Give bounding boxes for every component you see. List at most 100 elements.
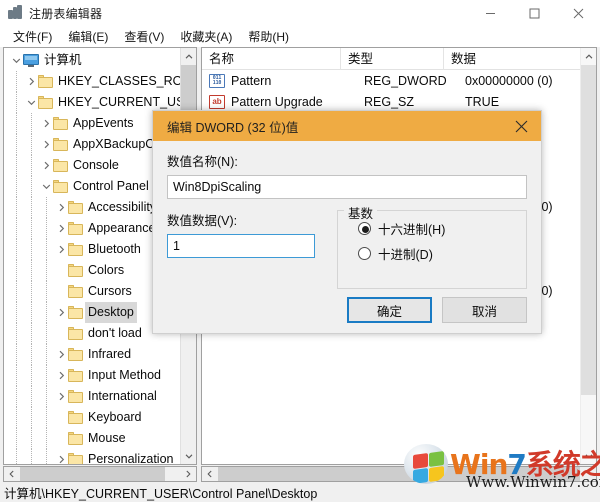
chevron-down-icon[interactable] bbox=[10, 50, 23, 71]
list-hscroll-left-icon[interactable] bbox=[202, 467, 218, 481]
list-scroll-thumb[interactable] bbox=[581, 65, 596, 395]
column-header-data[interactable]: 数据 bbox=[444, 48, 580, 70]
list-scroll-up-icon[interactable] bbox=[581, 48, 596, 65]
tree-item-label: Desktop bbox=[85, 302, 137, 323]
radio-decimal[interactable]: 十进制(D) bbox=[358, 241, 518, 266]
window-title: 注册表编辑器 bbox=[29, 6, 103, 21]
tree-item-label: Personalization bbox=[88, 452, 174, 465]
chevron-right-icon[interactable] bbox=[55, 197, 68, 218]
radio-hexadecimal[interactable]: 十六进制(H) bbox=[358, 216, 518, 241]
tree-scroll-up-icon[interactable] bbox=[181, 48, 196, 65]
title-bar: 注册表编辑器 bbox=[0, 0, 600, 26]
tree-guide-line bbox=[31, 197, 32, 218]
tree-guide-line bbox=[46, 407, 47, 428]
tree-item[interactable]: Keyboard bbox=[4, 407, 180, 428]
chevron-down-icon[interactable] bbox=[25, 92, 38, 113]
tree-item[interactable]: HKEY_CLASSES_ROOT bbox=[4, 71, 196, 92]
chevron-right-icon[interactable] bbox=[55, 344, 68, 365]
tree-guide-line bbox=[16, 176, 17, 197]
menu-favorites[interactable]: 收藏夹(A) bbox=[172, 26, 240, 48]
menu-edit[interactable]: 编辑(E) bbox=[60, 26, 116, 48]
dialog-body: 数值名称(N): 数值数据(V): 基数 十六进制(H) bbox=[153, 141, 541, 335]
dialog-columns: 数值数据(V): 基数 十六进制(H) 十进制(D) bbox=[167, 203, 527, 289]
chevron-right-icon[interactable] bbox=[25, 71, 38, 92]
chevron-down-icon[interactable] bbox=[40, 176, 53, 197]
folder-icon bbox=[53, 180, 68, 193]
cell-name: Pattern Upgrade bbox=[231, 94, 323, 109]
chevron-right-icon[interactable] bbox=[40, 155, 53, 176]
column-header-name[interactable]: 名称 bbox=[202, 48, 341, 70]
tree-hscroll-left-icon[interactable] bbox=[4, 467, 20, 481]
chevron-right-icon[interactable] bbox=[55, 449, 68, 464]
chevron-right-icon[interactable] bbox=[55, 239, 68, 260]
cell-type: REG_SZ bbox=[364, 94, 415, 109]
computer-icon bbox=[23, 54, 39, 67]
tree-guide-line bbox=[31, 260, 32, 281]
tree-item-label: Mouse bbox=[88, 431, 126, 445]
tree-item[interactable]: 计算机 bbox=[4, 50, 180, 71]
tree-item[interactable]: Personalization bbox=[4, 449, 180, 465]
folder-icon bbox=[38, 96, 53, 109]
list-hscroll-thumb[interactable] bbox=[218, 467, 580, 481]
tree-scroll-down-icon[interactable] bbox=[181, 447, 196, 464]
tree-guide-line bbox=[31, 113, 32, 134]
list-vertical-scrollbar[interactable] bbox=[580, 48, 596, 464]
tree-hscroll-right-icon[interactable] bbox=[180, 467, 196, 481]
chevron-right-icon[interactable] bbox=[55, 365, 68, 386]
tree-guide-line bbox=[16, 92, 17, 113]
table-row[interactable]: ab Pattern Upgrade REG_SZ TRUE bbox=[202, 91, 596, 112]
tree-item[interactable]: Infrared bbox=[4, 344, 180, 365]
tree-guide-line bbox=[46, 449, 47, 464]
tree-horizontal-scrollbar[interactable] bbox=[3, 466, 197, 482]
menu-file[interactable]: 文件(F) bbox=[5, 26, 60, 48]
tree-guide-line bbox=[16, 344, 17, 365]
menu-bar: 文件(F) 编辑(E) 查看(V) 收藏夹(A) 帮助(H) bbox=[0, 26, 600, 47]
tree-guide-line bbox=[16, 386, 17, 407]
base-legend: 基数 bbox=[344, 203, 378, 222]
list-scroll-down-icon[interactable] bbox=[581, 447, 596, 464]
chevron-right-icon[interactable] bbox=[40, 134, 53, 155]
menu-view[interactable]: 查看(V) bbox=[116, 26, 172, 48]
tree-item[interactable]: International bbox=[4, 386, 180, 407]
maximize-button[interactable] bbox=[512, 0, 556, 26]
tree-guide-line bbox=[31, 218, 32, 239]
tree-item[interactable]: Input Method bbox=[4, 365, 180, 386]
folder-icon bbox=[53, 138, 68, 151]
list-horizontal-scrollbar[interactable] bbox=[201, 466, 597, 482]
base-fieldset: 基数 十六进制(H) 十进制(D) bbox=[337, 203, 527, 289]
chevron-right-icon[interactable] bbox=[55, 302, 68, 323]
tree-item-label: Console bbox=[73, 158, 119, 172]
tree-guide-line bbox=[31, 428, 32, 449]
value-name-input[interactable] bbox=[167, 175, 527, 199]
tree-guide-line bbox=[16, 260, 17, 281]
dialog-close-button[interactable] bbox=[501, 111, 541, 141]
tree-guide-line bbox=[31, 134, 32, 155]
folder-icon bbox=[68, 411, 83, 424]
cancel-button[interactable]: 取消 bbox=[442, 297, 527, 323]
chevron-right-icon[interactable] bbox=[40, 113, 53, 134]
tree-item-label: Keyboard bbox=[88, 410, 142, 424]
tree-guide-line bbox=[16, 218, 17, 239]
radio-decimal-icon[interactable] bbox=[358, 247, 371, 260]
radio-hexadecimal-icon[interactable] bbox=[358, 222, 371, 235]
table-row[interactable]: 011 110 Pattern REG_DWORD 0x00000000 (0) bbox=[202, 70, 596, 91]
tree-hscroll-thumb[interactable] bbox=[20, 467, 165, 481]
folder-icon bbox=[68, 243, 83, 256]
value-data-input[interactable] bbox=[167, 234, 315, 258]
tree-item[interactable]: Mouse bbox=[4, 428, 180, 449]
tree-guide-line bbox=[31, 302, 32, 323]
chevron-right-icon[interactable] bbox=[55, 386, 68, 407]
registry-editor-window: 注册表编辑器 文件(F) 编辑(E) 查看(V) 收藏夹(A) 帮助(H) 计算… bbox=[0, 0, 600, 502]
menu-help[interactable]: 帮助(H) bbox=[240, 26, 297, 48]
tree-guide-line bbox=[16, 365, 17, 386]
status-bar: 计算机\HKEY_CURRENT_USER\Control Panel\Desk… bbox=[0, 483, 600, 502]
close-button[interactable] bbox=[556, 0, 600, 26]
minimize-button[interactable] bbox=[468, 0, 512, 26]
column-header-type[interactable]: 类型 bbox=[341, 48, 444, 70]
folder-icon bbox=[68, 264, 83, 277]
chevron-right-icon[interactable] bbox=[55, 218, 68, 239]
folder-icon bbox=[68, 285, 83, 298]
ok-button[interactable]: 确定 bbox=[347, 297, 432, 323]
